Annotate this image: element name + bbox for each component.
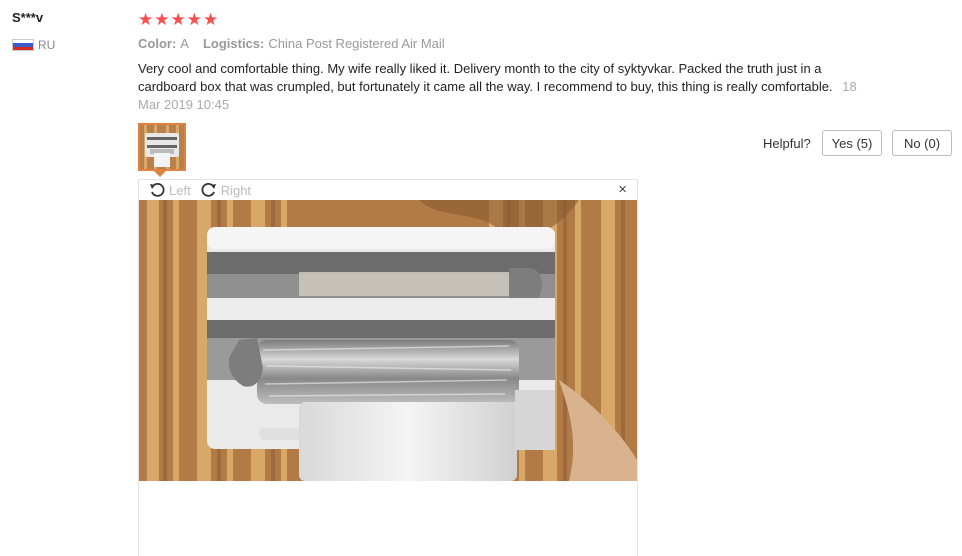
color-value: A bbox=[180, 36, 189, 51]
photo-viewer: Left Right × bbox=[138, 179, 638, 556]
rotate-left-label: Left bbox=[169, 182, 191, 198]
rotate-right-label: Right bbox=[220, 182, 252, 198]
rotate-right-button[interactable]: Right bbox=[201, 182, 251, 198]
helpful-no-button[interactable]: No (0) bbox=[892, 130, 952, 156]
rotate-left-icon bbox=[150, 182, 165, 197]
star-icon: ★ bbox=[154, 10, 170, 29]
helpful-yes-button[interactable]: Yes (5) bbox=[822, 130, 882, 156]
review-photo bbox=[139, 200, 637, 481]
viewer-toolbar: Left Right × bbox=[139, 180, 637, 200]
order-meta: Color: A Logistics: China Post Registere… bbox=[138, 36, 459, 51]
star-icon: ★ bbox=[170, 10, 186, 29]
review-text: Very cool and comfortable thing. My wife… bbox=[138, 61, 833, 94]
star-icon: ★ bbox=[138, 10, 154, 29]
logistics-label: Logistics: bbox=[202, 36, 265, 51]
reviewer-name: S***v bbox=[12, 10, 44, 25]
close-icon[interactable]: × bbox=[618, 181, 627, 198]
rotate-left-button[interactable]: Left bbox=[149, 182, 191, 198]
russia-flag-icon bbox=[12, 39, 34, 51]
star-icon: ★ bbox=[186, 10, 202, 29]
star-icon: ★ bbox=[203, 10, 219, 29]
thumbnail-active-indicator bbox=[154, 171, 166, 177]
rating-stars: ★ ★ ★ ★ ★ bbox=[138, 10, 219, 30]
review-body: Very cool and comfortable thing. My wife… bbox=[138, 60, 858, 114]
logistics-value: China Post Registered Air Mail bbox=[268, 36, 445, 51]
reviewer-country: RU bbox=[12, 38, 55, 52]
country-code: RU bbox=[38, 38, 56, 52]
color-label: Color: bbox=[138, 36, 177, 51]
rotate-right-icon bbox=[201, 182, 216, 197]
review-photo-thumbnail[interactable] bbox=[138, 123, 186, 171]
helpful-label: Helpful? bbox=[763, 136, 811, 151]
